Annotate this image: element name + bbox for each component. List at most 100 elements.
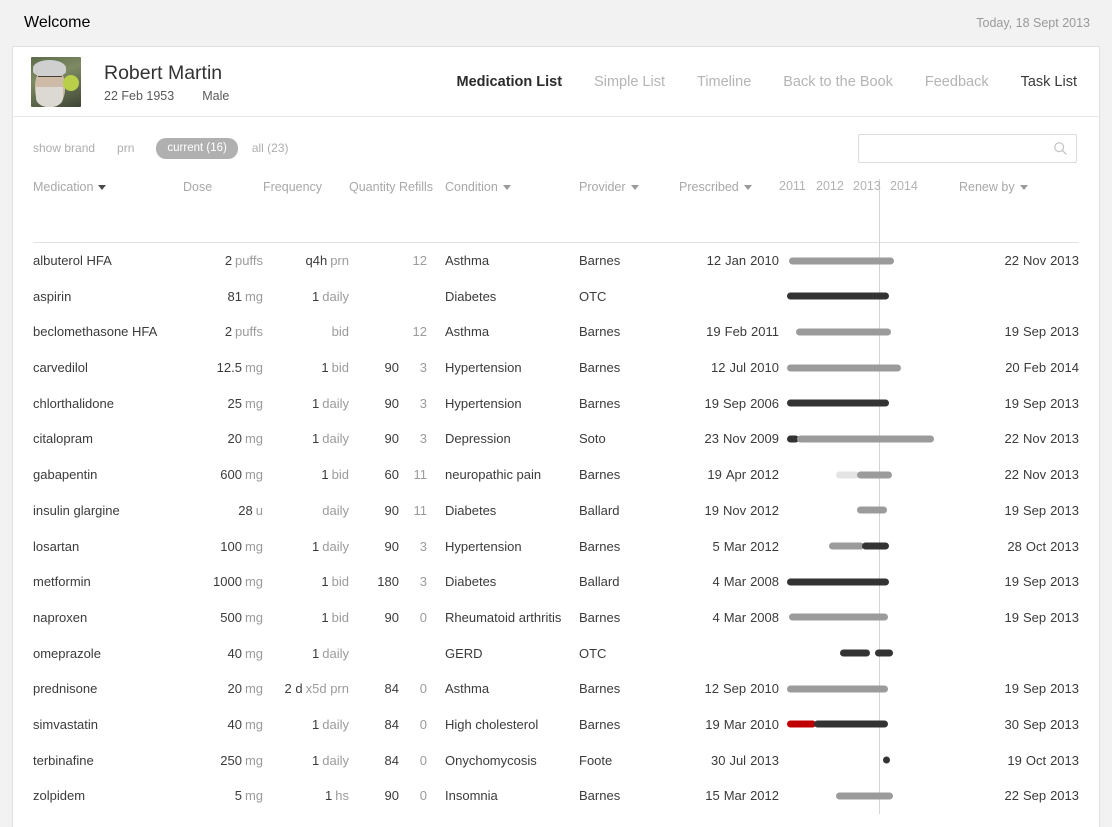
- condition-name: Hypertension: [445, 395, 522, 411]
- cell-prescribed: 4 Mar 2008: [679, 564, 779, 600]
- tab-back-to-the-book[interactable]: Back to the Book: [767, 74, 909, 90]
- filter-show-brand[interactable]: show brand: [33, 141, 95, 155]
- timeline-bar-segment[interactable]: [857, 506, 887, 514]
- col-renew-by[interactable]: Renew by: [959, 179, 1079, 206]
- timeline-bar-segment[interactable]: [789, 613, 888, 621]
- provider-name: Ballard: [579, 502, 620, 518]
- cell-condition: Diabetes: [427, 564, 579, 600]
- timeline-track: [779, 243, 959, 279]
- col-condition[interactable]: Condition: [427, 179, 579, 206]
- patient-identity: Robert Martin 22 Feb 1953 Male: [104, 61, 229, 103]
- col-quantity[interactable]: Quantity: [349, 179, 399, 206]
- timeline-bar-segment[interactable]: [787, 399, 889, 407]
- timeline-bar-segment[interactable]: [862, 542, 889, 550]
- timeline-bar-segment[interactable]: [829, 542, 864, 550]
- table-row[interactable]: prednisone 20 mg 2 d x5d prn 84 0 Asthma Barnes 1…: [33, 671, 1079, 707]
- cell-medication: prednisone: [33, 671, 183, 707]
- table-row[interactable]: chlorthalidone 25 mg 1 daily 90 3 Hypertension B…: [33, 385, 1079, 421]
- medication-table-wrap: Medication Dose Frequency Quantity Refil…: [13, 179, 1099, 814]
- table-row[interactable]: naproxen 500 mg 1 bid 90 0 Rheumatoid arthritis…: [33, 600, 1079, 636]
- tab-timeline[interactable]: Timeline: [681, 74, 767, 90]
- frequency-unit: bid: [331, 360, 349, 376]
- prescribed-month: Nov: [722, 502, 747, 518]
- timeline-bar-segment[interactable]: [840, 649, 870, 657]
- cell-medication: insulin glargine: [33, 493, 183, 529]
- table-row[interactable]: insulin glargine 28 u daily 90 11 Diabetes Ball…: [33, 493, 1079, 529]
- cell-timeline: [779, 600, 959, 636]
- dose-value: 40: [227, 645, 242, 661]
- provider-name: Barnes: [579, 788, 621, 804]
- timeline-bar-segment[interactable]: [789, 257, 894, 265]
- timeline-point-marker[interactable]: [883, 756, 890, 764]
- col-provider[interactable]: Provider: [579, 179, 679, 206]
- table-row[interactable]: simvastatin 40 mg 1 daily 84 0 High cholesterol…: [33, 707, 1079, 743]
- cell-timeline: [779, 778, 959, 814]
- cell-prescribed: 19 Mar 2010: [679, 707, 779, 743]
- cell-prescribed: 5 Mar 2012: [679, 528, 779, 564]
- tab-simple-list[interactable]: Simple List: [578, 74, 681, 90]
- cell-frequency: 2 d x5d prn: [263, 671, 349, 707]
- dose-unit: mg: [244, 467, 263, 483]
- table-row[interactable]: beclomethasone HFA 2 puffs bid 12 Asthma Barne…: [33, 314, 1079, 350]
- table-row[interactable]: zolpidem 5 mg 1 hs 90 0 Insomnia Barnes 15 Mar 2012…: [33, 778, 1079, 814]
- refills-value: 3: [419, 431, 427, 447]
- cell-prescribed: [679, 278, 779, 314]
- tab-medication-list[interactable]: Medication List: [441, 74, 579, 90]
- table-row[interactable]: losartan 100 mg 1 daily 90 3 Hypertension Barnes…: [33, 528, 1079, 564]
- table-row[interactable]: gabapentin 600 mg 1 bid 60 11 neuropathic pain B…: [33, 457, 1079, 493]
- table-row[interactable]: terbinafine 250 mg 1 daily 84 0 Onychomycosis Fo…: [33, 742, 1079, 778]
- timeline-bar-segment[interactable]: [836, 792, 893, 800]
- timeline-bar-segment[interactable]: [787, 364, 901, 372]
- filter-all[interactable]: all (23): [252, 141, 289, 155]
- frequency-unit: daily: [322, 288, 349, 304]
- cell-refills: 3: [399, 385, 427, 421]
- cell-provider: Barnes: [579, 457, 679, 493]
- timeline-bar-segment[interactable]: [787, 720, 816, 728]
- timeline-bar-segment[interactable]: [787, 578, 889, 586]
- renew-day: 19: [1004, 502, 1019, 518]
- table-row[interactable]: omeprazole 40 mg 1 daily GERD OTC: [33, 635, 1079, 671]
- timeline-bar-segment[interactable]: [787, 292, 889, 300]
- filter-current[interactable]: current (16): [156, 137, 238, 159]
- cell-medication: gabapentin: [33, 457, 183, 493]
- search-box[interactable]: [858, 133, 1077, 163]
- provider-name: Barnes: [579, 538, 621, 554]
- timeline-bar-segment[interactable]: [814, 720, 888, 728]
- col-frequency[interactable]: Frequency: [263, 179, 349, 206]
- table-row[interactable]: carvedilol 12.5 mg 1 bid 90 3 Hypertension Barne…: [33, 350, 1079, 386]
- prescribed-month: Apr: [725, 467, 747, 483]
- prescribed-year: 2010: [750, 716, 779, 732]
- table-row[interactable]: aspirin 81 mg 1 daily Diabetes OTC: [33, 278, 1079, 314]
- dose-unit: mg: [244, 288, 263, 304]
- col-dose[interactable]: Dose: [183, 179, 263, 206]
- col-medication[interactable]: Medication: [33, 179, 183, 206]
- timeline-bar-segment[interactable]: [796, 328, 891, 336]
- table-row[interactable]: albuterol HFA 2 puffs q4h prn 12 Asthma Barnes 1…: [33, 242, 1079, 278]
- col-medication-label: Medication: [33, 180, 94, 194]
- cell-medication: naproxen: [33, 600, 183, 636]
- search-input[interactable]: [867, 140, 1053, 156]
- timeline-bar-segment[interactable]: [787, 685, 888, 693]
- table-row[interactable]: citalopram 20 mg 1 daily 90 3 Depression Soto 23 N…: [33, 421, 1079, 457]
- renew-year: 2013: [1050, 431, 1079, 447]
- table-row[interactable]: metformin 1000 mg 1 bid 180 3 Diabetes Ballard 4 M…: [33, 564, 1079, 600]
- dose-value: 12.5: [216, 360, 242, 376]
- frequency-unit: daily: [322, 645, 349, 661]
- cell-prescribed: 19 Apr 2012: [679, 457, 779, 493]
- timeline-bar-segment[interactable]: [836, 471, 859, 479]
- cell-dose: 40 mg: [183, 635, 263, 671]
- tab-task-list[interactable]: Task List: [1005, 74, 1077, 90]
- medication-name: terbinafine: [33, 752, 94, 768]
- col-prescribed[interactable]: Prescribed: [679, 179, 779, 206]
- renew-day: 22: [1004, 253, 1019, 269]
- prescribed-month: Jan: [725, 253, 747, 269]
- timeline-bar-segment[interactable]: [857, 471, 892, 479]
- col-refills[interactable]: Refills: [399, 179, 433, 206]
- renew-day: 19: [1004, 574, 1019, 590]
- cell-timeline: [779, 457, 959, 493]
- tab-feedback[interactable]: Feedback: [909, 74, 1005, 90]
- timeline-bar-segment[interactable]: [875, 649, 893, 657]
- timeline-bar-segment[interactable]: [797, 435, 934, 443]
- filter-prn[interactable]: prn: [117, 141, 134, 155]
- cell-quantity: 84: [349, 671, 399, 707]
